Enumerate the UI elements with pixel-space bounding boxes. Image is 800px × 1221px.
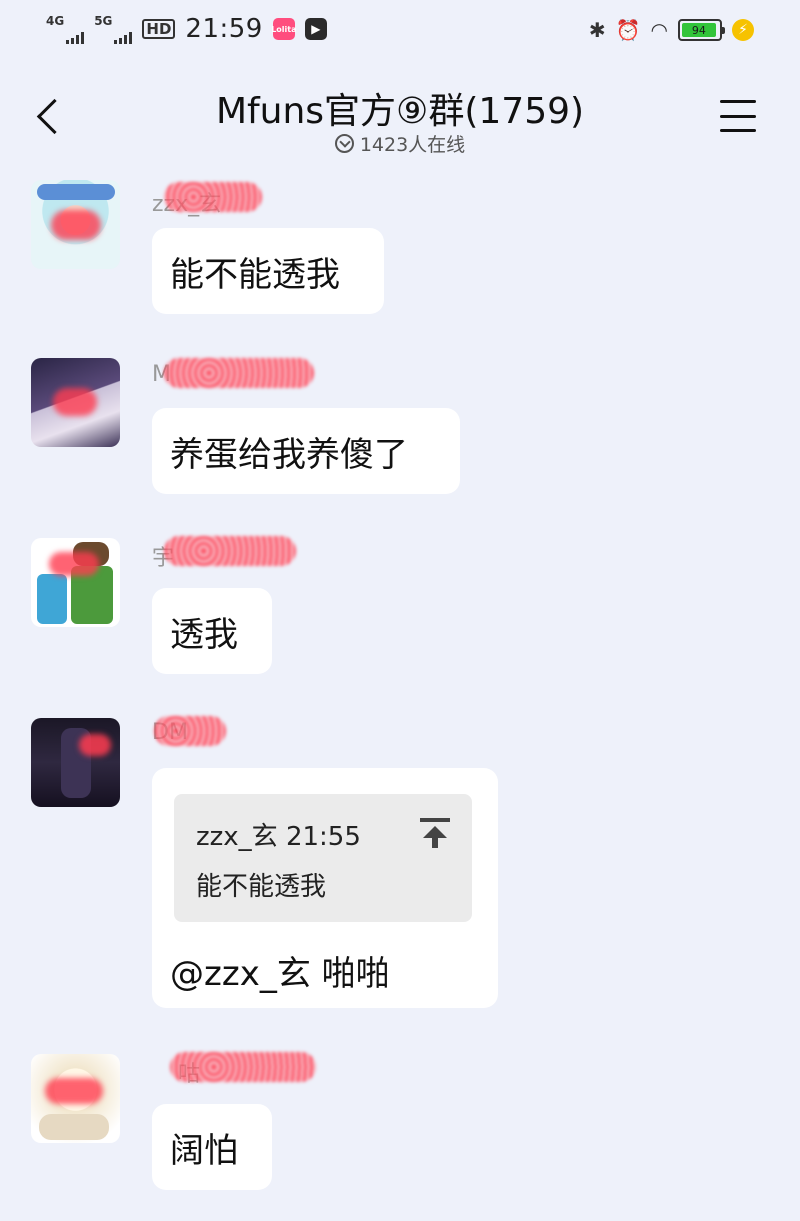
charging-icon: ⚡ [732, 19, 754, 41]
message-text: 养蛋给我养傻了 [170, 434, 408, 475]
chat-header: Mfuns官方⑨群(1759) 1423人在线 [0, 70, 800, 170]
message-bubble[interactable]: zzx_玄 21:55 能不能透我 @zzx_玄 啪啪 [152, 768, 498, 1008]
message-bubble[interactable]: 透我 [152, 588, 272, 674]
app-label: Lolita [271, 24, 297, 34]
wifi-icon: ◠ [650, 18, 668, 42]
menu-icon[interactable] [720, 100, 756, 132]
sender-name: DM [152, 716, 226, 750]
signal-bars-icon [114, 32, 133, 44]
quote-header: zzx_玄 21:55 [196, 816, 361, 853]
sender-name: M [152, 358, 314, 392]
message-text: 阔怕 [170, 1130, 238, 1171]
status-right: ✱ ⏰ ◠ 94 ⚡ [589, 18, 754, 42]
status-left: 4G 5G HD 21:59 Lolita ▶ [46, 14, 327, 44]
online-count[interactable]: 1423人在线 [0, 130, 800, 157]
quoted-message[interactable]: zzx_玄 21:55 能不能透我 [174, 794, 472, 922]
network-label: 5G [94, 14, 113, 28]
avatar[interactable] [31, 718, 120, 807]
status-bar: 4G 5G HD 21:59 Lolita ▶ ✱ ⏰ ◠ 94 ⚡ [0, 0, 800, 62]
battery-icon: 94 [678, 19, 725, 41]
message-text: 透我 [170, 614, 238, 655]
avatar[interactable] [31, 1054, 120, 1143]
message-text: @zzx_玄 啪啪 [170, 954, 390, 994]
redaction-scribble [164, 182, 262, 212]
bluetooth-icon: ✱ [588, 18, 606, 42]
clock: 21:59 [185, 14, 263, 44]
redaction-scribble [154, 716, 226, 746]
group-title[interactable]: Mfuns官方⑨群(1759) [0, 82, 800, 134]
redaction-scribble [164, 536, 296, 566]
message-bubble[interactable]: 能不能透我 [152, 228, 384, 314]
signal-bars-icon [66, 32, 85, 44]
sender-name: 咕 [152, 1052, 316, 1087]
cellular-4g-icon: 4G [46, 14, 85, 44]
hd-label: HD [146, 20, 172, 38]
chevron-down-circle-icon [334, 134, 354, 153]
jump-to-message-icon[interactable] [418, 816, 452, 850]
cellular-5g-icon: 5G [94, 14, 133, 44]
battery-level: 94 [691, 23, 706, 37]
quote-text: 能不能透我 [196, 872, 327, 902]
message-bubble[interactable]: 养蛋给我养傻了 [152, 408, 460, 494]
sender-name: zzx_玄 [152, 182, 262, 217]
hd-voice-icon: HD [142, 19, 176, 39]
message-bubble[interactable]: 阔怕 [152, 1104, 272, 1190]
quote-time: 21:55 [285, 822, 361, 852]
avatar[interactable] [31, 538, 120, 627]
sender-name: 宇 [152, 536, 296, 571]
avatar[interactable] [31, 358, 120, 447]
video-app-icon: ▶ [304, 18, 327, 40]
quote-author: zzx_玄 [196, 822, 278, 852]
app-notification-icon: Lolita [271, 18, 297, 40]
message-text: 能不能透我 [170, 254, 340, 295]
avatar[interactable] [31, 180, 120, 269]
network-label: 4G [46, 14, 65, 28]
alarm-icon: ⏰ [615, 18, 641, 42]
redaction-scribble [164, 358, 314, 388]
redaction-scribble [170, 1052, 316, 1082]
online-count-label: 1423人在线 [359, 134, 466, 156]
